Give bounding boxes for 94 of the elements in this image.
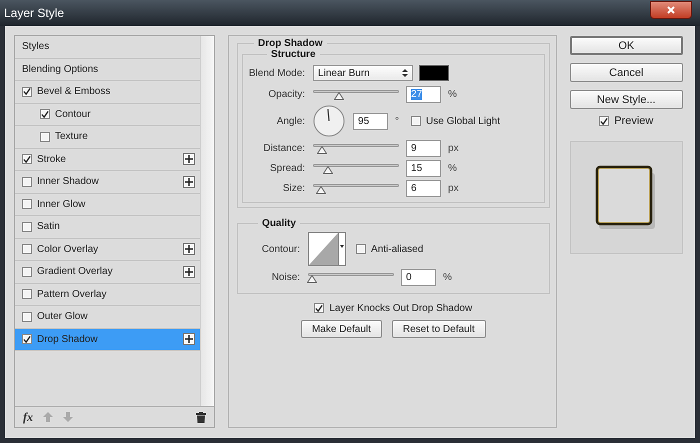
add-button[interactable] bbox=[183, 333, 196, 346]
slider[interactable] bbox=[313, 162, 400, 174]
style-list-item[interactable]: Bevel & Emboss bbox=[15, 81, 200, 104]
checkbox[interactable] bbox=[356, 244, 366, 254]
style-label: Inner Shadow bbox=[37, 176, 100, 188]
slider[interactable] bbox=[308, 271, 394, 283]
style-label: Styles bbox=[22, 41, 50, 52]
panel-button[interactable]: Make Default bbox=[300, 320, 382, 338]
close-icon bbox=[667, 6, 675, 14]
panel-button[interactable]: Reset to Default bbox=[392, 320, 486, 338]
style-list-item[interactable]: Gradient Overlay bbox=[15, 261, 200, 284]
checkbox[interactable] bbox=[22, 154, 32, 164]
add-button[interactable] bbox=[183, 153, 196, 166]
style-list-item[interactable]: Texture bbox=[15, 126, 200, 148]
checkbox[interactable] bbox=[22, 244, 32, 254]
checkbox-label: Use Global Light bbox=[426, 116, 500, 126]
checkbox[interactable] bbox=[22, 176, 32, 187]
scrollbar[interactable] bbox=[200, 36, 214, 406]
style-label: Satin bbox=[37, 221, 61, 232]
contour-picker[interactable] bbox=[308, 232, 346, 266]
style-label: Stroke bbox=[37, 154, 67, 165]
field-label: Size: bbox=[282, 182, 306, 194]
style-label: Color Overlay bbox=[37, 244, 100, 255]
dialog-button[interactable]: OK bbox=[570, 36, 683, 55]
style-list-item[interactable]: Stroke bbox=[15, 148, 200, 171]
style-list-item[interactable]: Color Overlay bbox=[15, 238, 200, 261]
style-list-item[interactable]: Inner Glow bbox=[15, 194, 200, 216]
add-button[interactable] bbox=[183, 176, 196, 188]
checkbox[interactable] bbox=[40, 109, 50, 120]
checkbox-label: Anti-aliased bbox=[371, 244, 424, 254]
checkbox-label: Preview bbox=[614, 115, 654, 127]
style-list-item[interactable]: Inner Shadow bbox=[15, 171, 200, 194]
field-label: Opacity: bbox=[267, 88, 306, 100]
add-button[interactable] bbox=[183, 243, 196, 256]
field-label: Distance: bbox=[262, 142, 306, 154]
checkbox[interactable] bbox=[22, 289, 32, 300]
style-list-item[interactable]: Satin bbox=[15, 216, 200, 238]
checkbox[interactable] bbox=[22, 312, 32, 322]
unit-label: ° bbox=[395, 116, 400, 126]
field-label: Spread: bbox=[269, 162, 306, 174]
dialog-button[interactable]: Cancel bbox=[570, 63, 683, 82]
style-list-item[interactable]: Contour bbox=[15, 104, 200, 126]
slider[interactable] bbox=[313, 182, 400, 194]
value-field[interactable]: 6 bbox=[406, 180, 442, 196]
style-label: Bevel & Emboss bbox=[37, 86, 112, 98]
checkbox-label: Layer Knocks Out Drop Shadow bbox=[329, 302, 472, 314]
style-label: Inner Glow bbox=[37, 198, 86, 210]
slider[interactable] bbox=[313, 142, 400, 154]
style-label: Texture bbox=[55, 131, 89, 142]
unit-label: % bbox=[448, 162, 457, 174]
unit-label: % bbox=[443, 272, 452, 282]
style-label: Gradient Overlay bbox=[37, 266, 114, 278]
value-field[interactable]: 0 bbox=[401, 268, 436, 286]
style-label: Drop Shadow bbox=[37, 334, 99, 345]
preview-drawing bbox=[595, 164, 658, 230]
style-label: Pattern Overlay bbox=[37, 288, 108, 300]
checkbox[interactable] bbox=[22, 266, 32, 277]
slider[interactable] bbox=[313, 88, 400, 100]
value-field[interactable]: 9 bbox=[406, 140, 442, 156]
field-label: Angle: bbox=[276, 116, 306, 126]
field-label: Contour: bbox=[260, 244, 302, 254]
fx-button[interactable]: fx bbox=[23, 410, 33, 424]
field-label: Blend Mode: bbox=[248, 68, 306, 78]
unit-label: px bbox=[448, 182, 459, 194]
style-label: Blending Options bbox=[22, 64, 100, 75]
field-label: Noise: bbox=[270, 272, 302, 282]
close-button[interactable] bbox=[650, 1, 692, 19]
style-label: Contour bbox=[55, 108, 92, 120]
checkbox[interactable] bbox=[22, 222, 32, 232]
section-title: Quality bbox=[261, 218, 297, 229]
color-swatch[interactable] bbox=[419, 65, 450, 81]
trash-icon[interactable] bbox=[196, 412, 206, 422]
value-field[interactable]: 15 bbox=[406, 160, 442, 176]
section-title: Structure bbox=[270, 49, 316, 60]
checkbox[interactable] bbox=[314, 303, 324, 313]
add-button[interactable] bbox=[183, 266, 196, 278]
checkbox[interactable] bbox=[22, 86, 32, 97]
angle-dial[interactable] bbox=[313, 105, 346, 137]
blend-mode-dropdown[interactable]: Linear Burn bbox=[313, 65, 414, 81]
checkbox[interactable] bbox=[411, 116, 422, 126]
updown-arrows-icon bbox=[402, 69, 408, 77]
checkbox[interactable] bbox=[22, 334, 32, 344]
style-list-item[interactable]: Drop Shadow bbox=[15, 328, 200, 351]
checkbox[interactable] bbox=[40, 132, 50, 142]
unit-label: % bbox=[448, 88, 457, 100]
checkbox[interactable] bbox=[599, 116, 610, 126]
style-label: Outer Glow bbox=[37, 311, 89, 322]
dialog-button[interactable]: New Style... bbox=[570, 90, 683, 109]
section-title: Drop Shadow bbox=[257, 38, 324, 49]
unit-label: px bbox=[448, 142, 459, 154]
style-list-item[interactable]: Pattern Overlay bbox=[15, 284, 200, 306]
window-title: Layer Style bbox=[4, 6, 64, 20]
value-field[interactable]: 95 bbox=[353, 112, 388, 130]
checkbox[interactable] bbox=[22, 199, 32, 210]
